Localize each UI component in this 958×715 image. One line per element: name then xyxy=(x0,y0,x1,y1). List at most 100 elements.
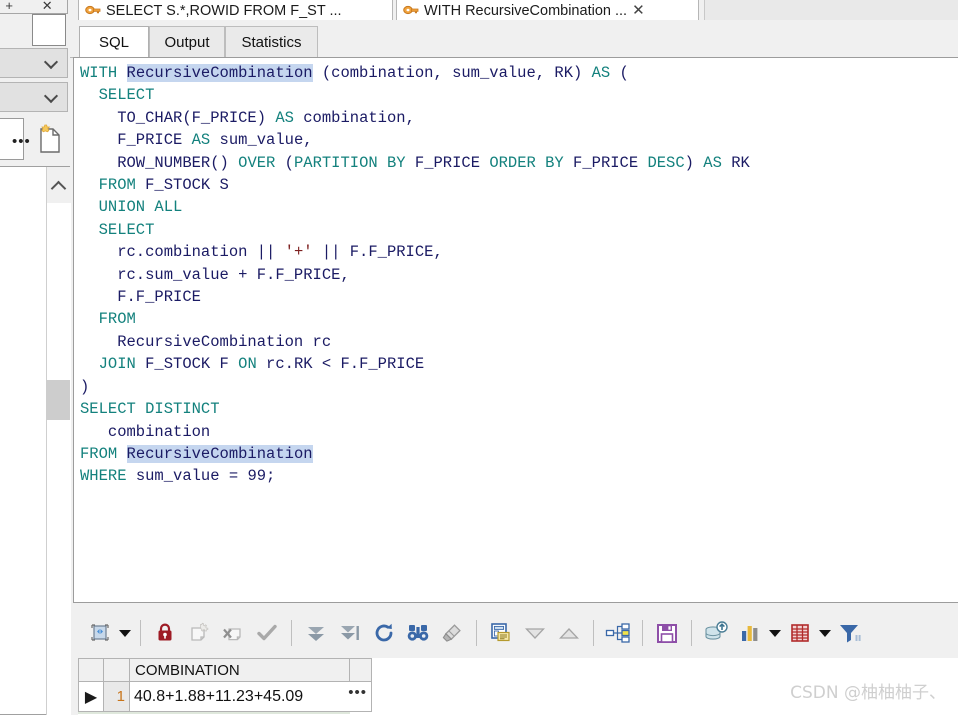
grid-options-button[interactable] xyxy=(783,616,817,650)
tab-output-label: Output xyxy=(164,33,210,51)
code-token: AS xyxy=(191,131,211,150)
filter-button[interactable] xyxy=(833,616,867,650)
code-token: WITH xyxy=(80,64,127,82)
code-token: SELECT xyxy=(80,220,155,239)
tab-output[interactable]: Output xyxy=(149,26,225,57)
delete-record-button[interactable] xyxy=(216,616,250,650)
code-token: combination, xyxy=(293,108,415,127)
code-token: ) xyxy=(684,153,704,172)
rail-scrollbar-track[interactable] xyxy=(46,203,71,715)
chevron-up-icon xyxy=(53,179,65,191)
fetch-last-page-button[interactable] xyxy=(333,616,367,650)
code-token: FROM xyxy=(80,444,127,463)
code-token: RK xyxy=(721,153,750,172)
add-icon[interactable]: + xyxy=(5,0,13,12)
code-line: FROM RecursiveCombination xyxy=(80,443,958,465)
next-record-button[interactable] xyxy=(552,616,586,650)
rail-scrollbar-thumb[interactable] xyxy=(46,380,70,420)
code-token: AS xyxy=(703,153,722,172)
previous-record-button[interactable] xyxy=(518,616,552,650)
post-changes-button[interactable] xyxy=(250,616,284,650)
fetch-next-page-button[interactable] xyxy=(299,616,333,650)
tab-statistics[interactable]: Statistics xyxy=(225,26,318,57)
toolbar-separator xyxy=(476,620,477,646)
code-token: || F.F_PRICE, xyxy=(312,243,443,262)
editor-tab-1[interactable]: SELECT S.*,ROWID FROM F_ST ... xyxy=(78,0,393,20)
cell-combination[interactable]: 40.8+1.88+11.23+45.09 ••• xyxy=(130,682,372,712)
editor-window-tabbar: SELECT S.*,ROWID FROM F_ST ... WITH Recu… xyxy=(70,0,958,21)
editor-tab-2-label: WITH RecursiveCombination ... xyxy=(424,3,628,19)
code-line: ) xyxy=(80,376,958,398)
code-line: SELECT xyxy=(80,219,958,241)
rail-dropdown-one[interactable] xyxy=(0,48,68,78)
code-line: rc.sum_value + F.F_PRICE, xyxy=(80,264,958,286)
code-token: FROM xyxy=(80,176,136,195)
chevron-down-icon xyxy=(46,90,57,101)
save-button[interactable] xyxy=(650,616,684,650)
close-icon[interactable]: ✕ xyxy=(632,1,645,19)
rail-white-field[interactable] xyxy=(32,14,66,46)
code-line: rc.combination || '+' || F.F_PRICE, xyxy=(80,241,958,263)
cell-combination-text: 40.8+1.88+11.23+45.09 xyxy=(134,687,304,705)
csdn-watermark: CSDN @柚柚柚子、 xyxy=(790,683,946,703)
code-line: TO_CHAR(F_PRICE) AS combination, xyxy=(80,107,958,129)
tab-sql[interactable]: SQL xyxy=(79,26,149,57)
overflow-menu-icon[interactable]: ••• xyxy=(12,134,31,149)
code-token: RecursiveCombination rc xyxy=(80,332,332,351)
sql-window-icon xyxy=(85,5,101,18)
code-token: (combination, sum_value, RK) xyxy=(312,64,592,82)
result-grid-header-row: COMBINATION xyxy=(78,658,372,682)
close-icon[interactable]: ✕ xyxy=(42,0,53,12)
eraser-clear-button[interactable] xyxy=(435,616,469,650)
explain-plan-button[interactable] xyxy=(601,616,635,650)
code-token: F_PRICE xyxy=(563,153,648,172)
code-line: UNION ALL xyxy=(80,196,958,218)
scroll-up-button[interactable] xyxy=(46,167,71,203)
grid-rownum-header xyxy=(104,658,130,682)
code-token: ) xyxy=(80,377,90,396)
grid-options-caret[interactable] xyxy=(817,616,833,650)
subtab-empty-area xyxy=(318,26,958,58)
cell-expand-icon[interactable]: ••• xyxy=(348,684,367,701)
code-token: ORDER BY xyxy=(489,153,564,172)
table-row[interactable]: ▶ 1 40.8+1.88+11.23+45.09 ••• xyxy=(78,682,372,712)
code-token: TO_CHAR(F_PRICE) xyxy=(80,108,276,127)
code-line: WITH RecursiveCombination (combination, … xyxy=(80,62,958,84)
lock-record-button[interactable] xyxy=(148,616,182,650)
column-header-combination[interactable]: COMBINATION xyxy=(130,658,350,682)
code-token: WHERE xyxy=(80,467,127,486)
new-document-icon[interactable] xyxy=(36,124,62,154)
code-token: rc.sum_value + F.F_PRICE, xyxy=(80,265,350,284)
resize-grid-button[interactable] xyxy=(83,616,117,650)
code-line: SELECT xyxy=(80,84,958,106)
binoculars-find-button[interactable] xyxy=(401,616,435,650)
export-data-button[interactable] xyxy=(699,616,733,650)
sql-code-editor[interactable]: WITH RecursiveCombination (combination, … xyxy=(73,57,958,603)
code-token: F_STOCK S xyxy=(135,176,229,195)
refresh-button[interactable] xyxy=(367,616,401,650)
grid-indicator-header xyxy=(78,658,104,682)
code-token: ( xyxy=(610,64,629,82)
grid-header-padding xyxy=(350,658,372,682)
chevron-down-icon xyxy=(46,56,57,67)
result-subtab-bar: SQL Output Statistics xyxy=(70,20,958,58)
insert-record-button[interactable] xyxy=(182,616,216,650)
editor-tab-2[interactable]: WITH RecursiveCombination ... ✕ xyxy=(396,0,699,20)
code-token: SELECT xyxy=(80,86,155,105)
toolbar-separator xyxy=(291,620,292,646)
code-token: PARTITION BY xyxy=(293,153,406,172)
code-line: RecursiveCombination rc xyxy=(80,331,958,353)
grid-bottom-divider xyxy=(78,712,350,714)
code-line: WHERE sum_value = 99; xyxy=(80,465,958,487)
row-indicator: ▶ xyxy=(78,682,104,712)
bar-chart-button[interactable] xyxy=(733,616,767,650)
code-token: AS xyxy=(591,64,611,82)
rail-titlebar: + ✕ xyxy=(0,0,68,14)
single-record-view-button[interactable] xyxy=(484,616,518,650)
editor-tab-1-label: SELECT S.*,ROWID FROM F_ST ... xyxy=(106,3,342,19)
code-token: sum_value, xyxy=(210,131,313,150)
code-token: ON xyxy=(238,355,257,374)
rail-dropdown-two[interactable] xyxy=(0,82,68,112)
resize-grid-caret[interactable] xyxy=(117,616,133,650)
bar-chart-caret[interactable] xyxy=(767,616,783,650)
